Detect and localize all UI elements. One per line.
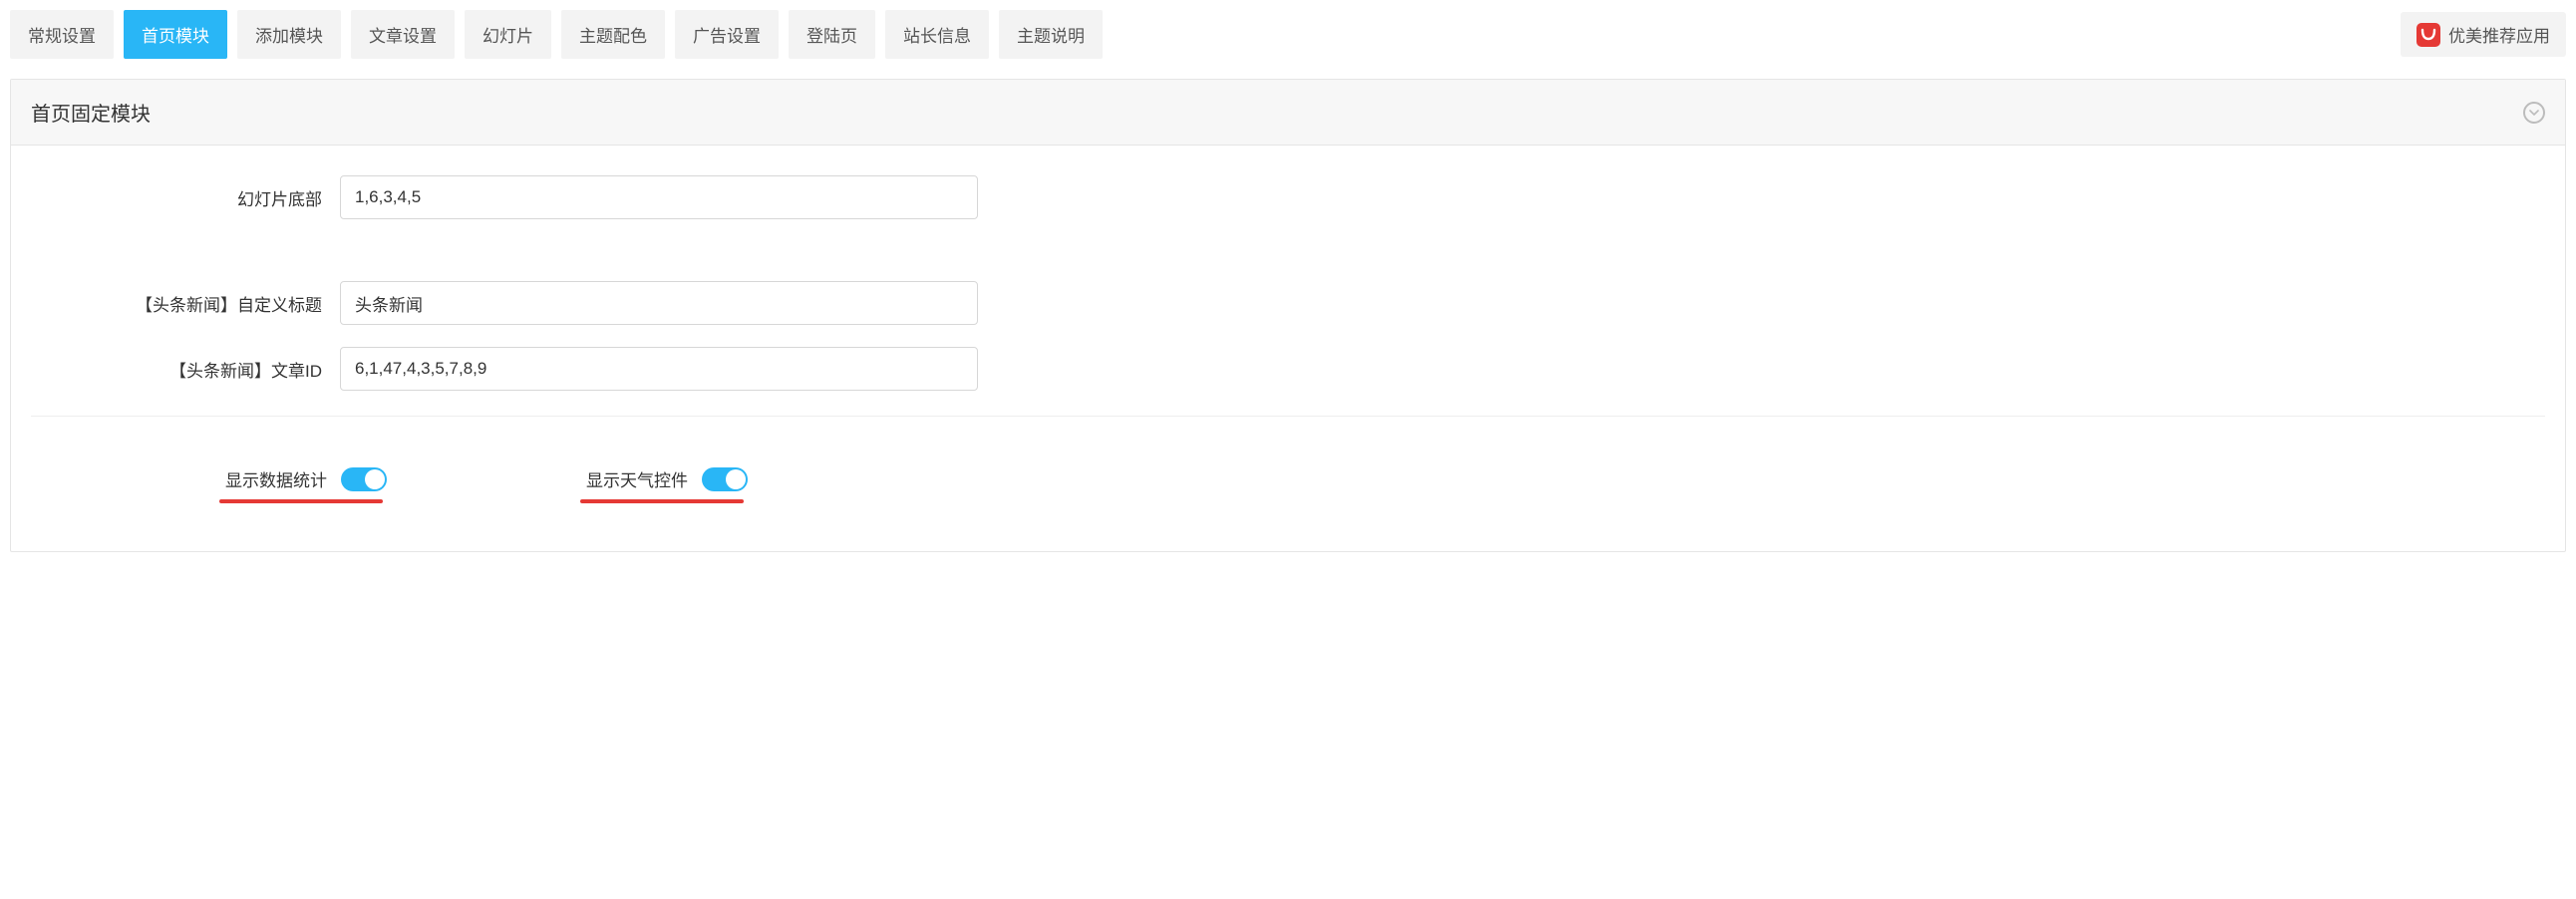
data-stats-toggle[interactable] [341,467,387,491]
tab-slideshow[interactable]: 幻灯片 [465,10,551,59]
tab-landing-page[interactable]: 登陆页 [789,10,875,59]
headline-title-input[interactable] [340,281,978,325]
tab-homepage-module[interactable]: 首页模块 [124,10,227,59]
tab-webmaster-info[interactable]: 站长信息 [885,10,989,59]
settings-tabs: 常规设置 首页模块 添加模块 文章设置 幻灯片 主题配色 广告设置 登陆页 站长… [10,10,1103,59]
annotation-underline [580,499,744,503]
data-stats-toggle-label: 显示数据统计 [225,471,327,490]
promo-label: 优美推荐应用 [2448,22,2550,47]
annotation-underline [219,499,383,503]
homepage-fixed-module-panel: 首页固定模块 幻灯片底部 【头条新闻】自定义标题 【头条新闻】文章ID 显示数据… [10,79,2566,552]
slider-bottom-input[interactable] [340,175,978,219]
weather-widget-toggle-label: 显示天气控件 [586,471,688,490]
slider-bottom-label: 幻灯片底部 [31,185,340,210]
headline-title-label: 【头条新闻】自定义标题 [31,291,340,316]
tab-general[interactable]: 常规设置 [10,10,114,59]
section-divider [31,416,2545,417]
weather-widget-toggle[interactable] [702,467,748,491]
collapse-toggle-icon[interactable] [2523,102,2545,124]
headline-ids-label: 【头条新闻】文章ID [31,357,340,382]
tab-add-module[interactable]: 添加模块 [237,10,341,59]
promo-recommend-button[interactable]: 优美推荐应用 [2401,12,2566,57]
tab-theme-notes[interactable]: 主题说明 [999,10,1103,59]
headline-ids-input[interactable] [340,347,978,391]
tab-article-settings[interactable]: 文章设置 [351,10,455,59]
promo-logo-icon [2416,23,2440,47]
panel-title: 首页固定模块 [31,98,151,127]
tab-theme-color[interactable]: 主题配色 [561,10,665,59]
tab-ad-settings[interactable]: 广告设置 [675,10,779,59]
